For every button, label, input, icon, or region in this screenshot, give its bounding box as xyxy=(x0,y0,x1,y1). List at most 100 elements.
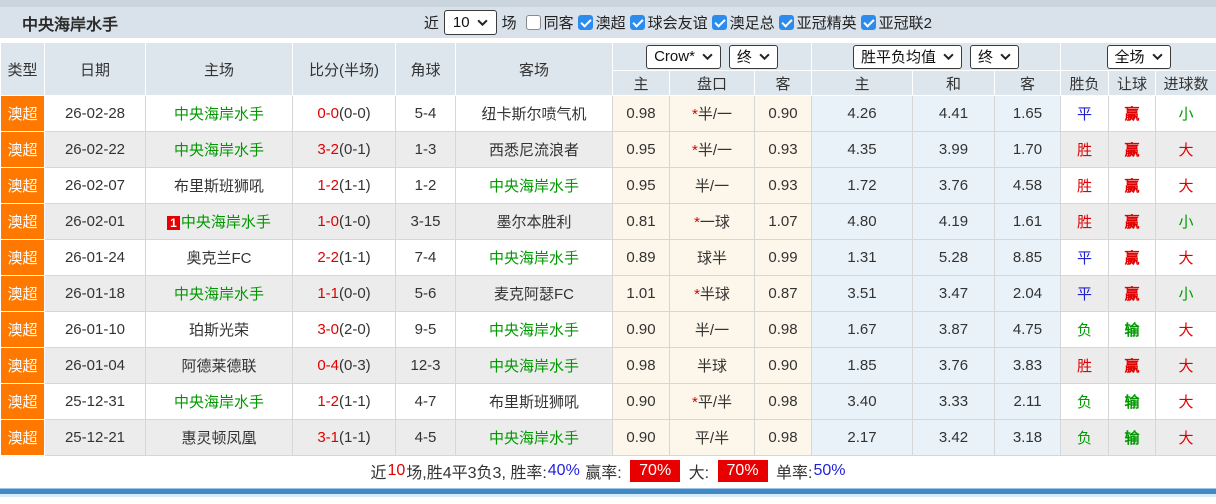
avg-value-select[interactable]: 胜平负均值 xyxy=(853,44,963,69)
summary-text: 10 xyxy=(387,462,406,479)
away-team-cell: 中央海岸水手 xyxy=(455,239,613,276)
result-scope-select[interactable]: 全场 xyxy=(1106,44,1171,69)
score-cell: 3-1(1-1) xyxy=(292,419,396,456)
handicap-line-cell: *半球 xyxy=(669,275,755,312)
away-team-name: 中央海岸水手 xyxy=(488,358,579,375)
odds-away-cell: 1.07 xyxy=(753,203,813,240)
filter-item: 亚冠联2 xyxy=(860,12,932,33)
filter-checkbox[interactable] xyxy=(525,14,541,30)
handicap-line-cell: 半/一 xyxy=(669,311,755,348)
table-row: 澳超 26-02-01 1 中央海岸水手 1-0(1-0) 3-15 墨尔本胜利 0.81 *一… xyxy=(0,203,1216,240)
corners-cell: 7-4 xyxy=(395,239,456,276)
fulltime-score: 1-1 xyxy=(317,285,339,302)
table-row: 澳超 25-12-21 惠灵顿凤凰 3-1(1-1) 4-5 中央海岸水手 0.90 平/半 0… xyxy=(0,419,1216,456)
handicap-line-cell: 半/一 xyxy=(669,167,755,204)
home-team-cell: 中央海岸水手 xyxy=(145,383,293,420)
fulltime-score: 0-4 xyxy=(317,357,339,374)
odds-home-cell: 0.89 xyxy=(612,239,670,276)
home-team-cell: 奥克兰FC xyxy=(145,239,293,276)
summary-text: 单率: xyxy=(771,465,813,482)
filter-checkbox[interactable] xyxy=(711,14,727,30)
halftime-score: (1-1) xyxy=(339,393,371,410)
handicap-result-cell: 输 xyxy=(1108,311,1157,348)
score-cell: 0-0(0-0) xyxy=(292,95,396,132)
league-filter-group: 同客 澳超 球会友谊 澳足总 亚冠精英 亚冠联2 xyxy=(522,12,932,34)
date-cell: 26-01-04 xyxy=(44,347,146,384)
result-cell: 胜 xyxy=(1060,131,1110,168)
col-header-away: 客场 xyxy=(455,42,613,96)
avg-away-cell: 2.04 xyxy=(994,275,1062,312)
filter-item: 亚冠精英 xyxy=(778,12,857,33)
summary-rate-badge: 70% xyxy=(717,460,768,482)
avg-draw-cell: 3.99 xyxy=(912,131,996,168)
date-cell: 26-02-01 xyxy=(44,203,146,240)
filter-label: 亚冠联2 xyxy=(878,14,932,32)
handicap-result-cell: 赢 xyxy=(1108,95,1157,132)
result-cell: 负 xyxy=(1060,383,1110,420)
league-cell: 澳超 xyxy=(0,311,45,348)
home-team-name: 中央海岸水手 xyxy=(173,394,264,411)
league-cell: 澳超 xyxy=(0,239,45,276)
filter-checkbox[interactable] xyxy=(778,14,794,30)
date-cell: 25-12-21 xyxy=(44,419,146,456)
away-team-name: 纽卡斯尔喷气机 xyxy=(481,106,587,123)
goals-result-cell: 大 xyxy=(1155,167,1216,204)
away-team-cell: 西悉尼流浪者 xyxy=(455,131,613,168)
halftime-score: (2-0) xyxy=(339,321,371,338)
odds-company-select[interactable]: Crow* xyxy=(646,44,721,69)
corners-cell: 9-5 xyxy=(395,311,456,348)
chevron-down-icon xyxy=(702,53,713,60)
corners-cell: 4-7 xyxy=(395,383,456,420)
recent-count-select[interactable]: 10 xyxy=(443,10,497,35)
handicap-line-cell: *一球 xyxy=(669,203,755,240)
away-team-name: 中央海岸水手 xyxy=(488,178,579,195)
league-cell: 澳超 xyxy=(0,95,45,132)
handicap-line-cell: 球半 xyxy=(669,239,755,276)
filter-checkbox[interactable] xyxy=(629,14,645,30)
table-row: 澳超 26-01-24 奥克兰FC 2-2(1-1) 7-4 中央海岸水手 0.89 球半 0.… xyxy=(0,239,1216,276)
corners-cell: 1-3 xyxy=(395,131,456,168)
avg-time-select[interactable]: 终 xyxy=(970,44,1020,69)
league-cell: 澳超 xyxy=(0,347,45,384)
table-row: 澳超 26-01-10 珀斯光荣 3-0(2-0) 9-5 中央海岸水手 0.90 半/一 0.… xyxy=(0,311,1216,348)
halftime-score: (0-0) xyxy=(339,105,371,122)
score-cell: 0-4(0-3) xyxy=(292,347,396,384)
avg-draw-cell: 4.41 xyxy=(912,95,996,132)
filter-label: 澳足总 xyxy=(729,14,775,32)
handicap-line-cell: *平/半 xyxy=(669,383,755,420)
avg-home-cell: 1.72 xyxy=(811,167,914,204)
halftime-score: (0-0) xyxy=(339,285,371,302)
score-cell: 1-0(1-0) xyxy=(292,203,396,240)
sub-header-odds-line: 盘口 xyxy=(669,70,755,96)
handicap-line: 平/半 xyxy=(694,430,730,447)
away-team-cell: 中央海岸水手 xyxy=(455,167,613,204)
home-team-name: 中央海岸水手 xyxy=(173,106,264,123)
date-cell: 26-01-10 xyxy=(44,311,146,348)
corners-cell: 4-5 xyxy=(395,419,456,456)
filter-label: 亚冠精英 xyxy=(796,14,857,32)
odds-away-cell: 0.98 xyxy=(753,419,813,456)
goals-result-cell: 大 xyxy=(1155,347,1216,384)
sub-header-goals: 进球数 xyxy=(1155,70,1216,96)
league-cell: 澳超 xyxy=(0,203,45,240)
filter-checkbox[interactable] xyxy=(860,14,876,30)
odds-time-select[interactable]: 终 xyxy=(728,44,778,69)
corners-cell: 1-2 xyxy=(395,167,456,204)
avg-away-cell: 1.61 xyxy=(994,203,1062,240)
avg-draw-cell: 3.42 xyxy=(912,419,996,456)
summary-text: 40% xyxy=(547,462,580,479)
filter-item: 澳超 xyxy=(577,12,626,33)
handicap-result-cell: 赢 xyxy=(1108,275,1157,312)
date-cell: 26-02-07 xyxy=(44,167,146,204)
home-team-cell: 中央海岸水手 xyxy=(145,275,293,312)
col-header-score: 比分(半场) xyxy=(292,42,396,96)
odds-home-cell: 0.95 xyxy=(612,131,670,168)
date-cell: 26-02-28 xyxy=(44,95,146,132)
odds-away-cell: 0.90 xyxy=(753,95,813,132)
col-header-type: 类型 xyxy=(0,42,45,96)
avg-away-cell: 4.75 xyxy=(994,311,1062,348)
table-row: 澳超 26-02-28 中央海岸水手 0-0(0-0) 5-4 纽卡斯尔喷气机 0.98 *半… xyxy=(0,95,1216,132)
filter-checkbox[interactable] xyxy=(577,14,593,30)
table-row: 澳超 25-12-31 中央海岸水手 1-2(1-1) 4-7 布里斯班狮吼 0.90 *平/… xyxy=(0,383,1216,420)
odds-away-cell: 0.93 xyxy=(753,131,813,168)
